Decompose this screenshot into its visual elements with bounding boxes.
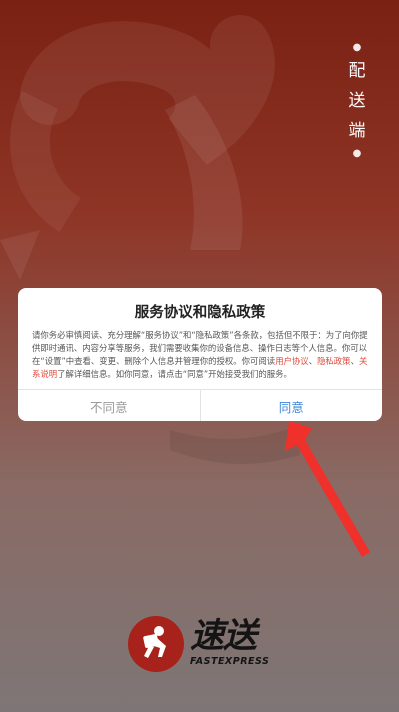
body-text-2: 了解详细信息。如你同意，请点击“同意”开始接受我们的服务。 <box>57 369 292 379</box>
service-agreement-link[interactable]: 用户协议 <box>275 356 309 366</box>
dot-top: ● <box>352 42 362 53</box>
brand-name-en: FASTEXPRESS <box>190 656 270 667</box>
agree-button[interactable]: 同意 <box>201 390 383 421</box>
separator-1: 、 <box>308 356 318 366</box>
disagree-button[interactable]: 不同意 <box>18 390 201 421</box>
separator-2: 、 <box>350 356 359 366</box>
side-title-char: 送 <box>348 91 366 111</box>
dialog-title: 服务协议和隐私政策 <box>134 305 266 321</box>
brand-name-cn: 速送 <box>190 616 257 656</box>
side-title-char: 配 <box>348 61 366 81</box>
privacy-policy-link[interactable]: 隐私政策 <box>317 356 351 366</box>
dialog-body: 请你务必审慎阅读、充分理解“服务协议”和“隐私政策”各条款，包括但不限于：为了向… <box>32 329 370 381</box>
side-title: ● 配 送 端 ● <box>346 40 368 162</box>
side-title-char: 端 <box>348 121 366 141</box>
privacy-dialog: 服务协议和隐私政策 请你务必审慎阅读、充分理解“服务协议”和“隐私政策”各条款，… <box>18 288 382 421</box>
brand-logo: 速送 FASTEXPRESS <box>128 614 278 674</box>
app-screen: ● 配 送 端 ● 服务协议和隐私政策 请你务必审慎阅读、充分理解“服务协议”和… <box>0 0 399 712</box>
courier-logo-icon <box>128 616 184 672</box>
dot-bottom: ● <box>352 148 362 159</box>
dialog-buttons: 不同意 同意 <box>18 389 382 421</box>
